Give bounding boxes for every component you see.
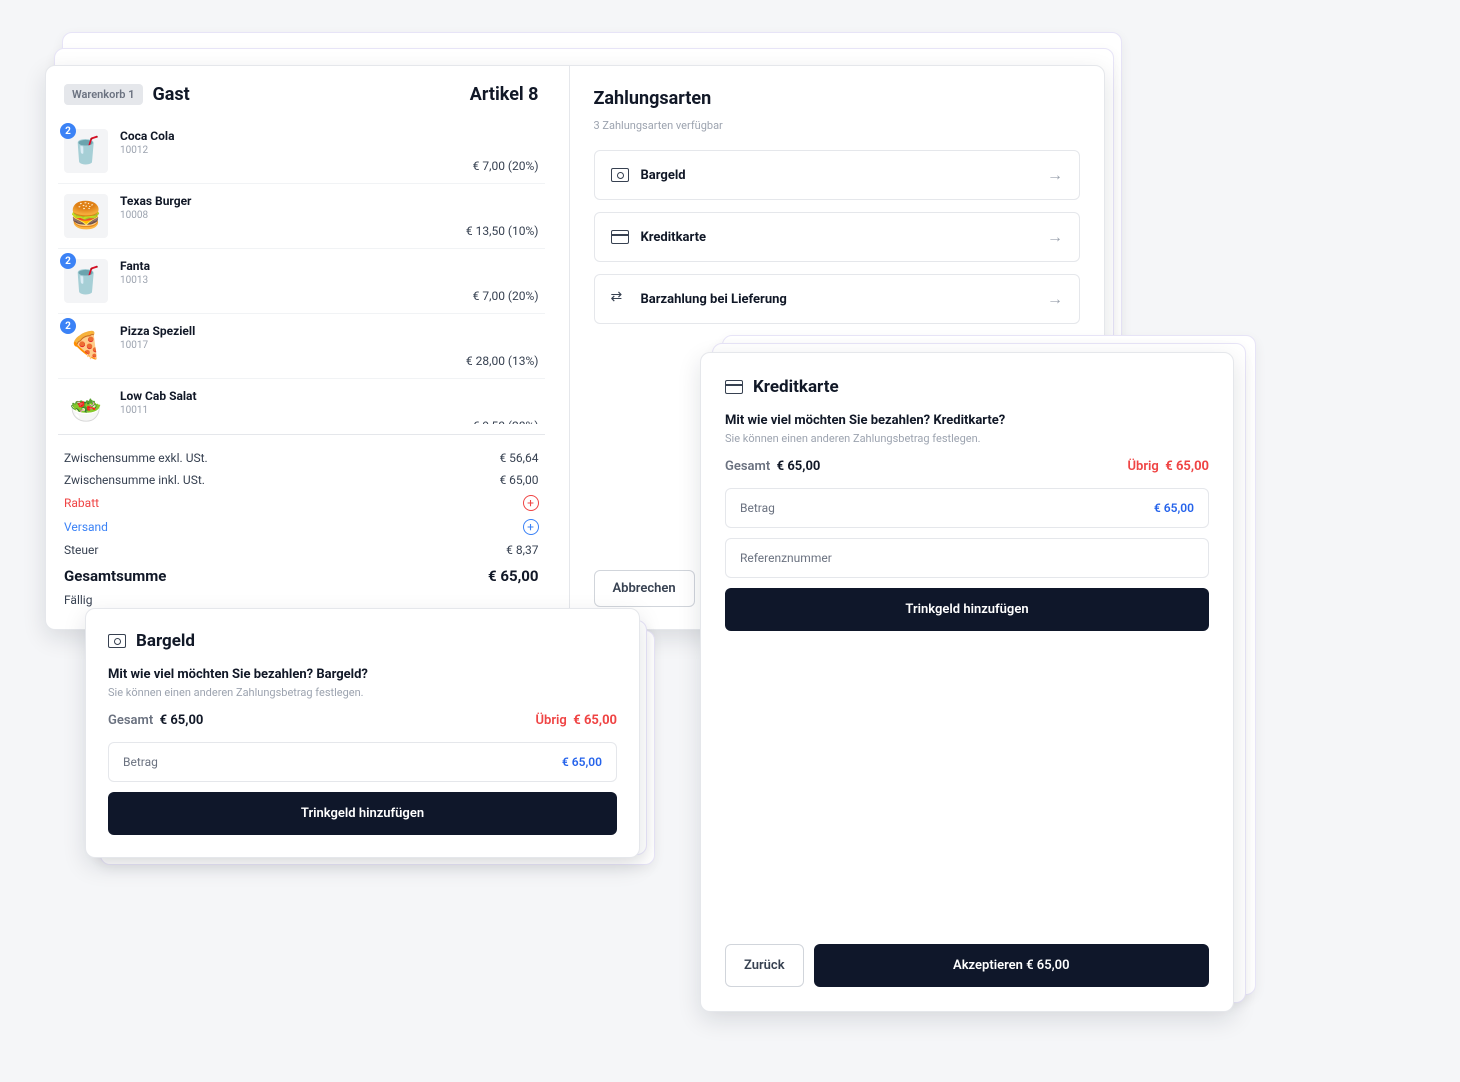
cart-items: 2 🥤 Coca Cola 10012 € 7,00 (20%) 🍔 Texas… — [58, 119, 545, 424]
discount-label: Rabatt — [64, 496, 99, 510]
total-value: € 65,00 — [160, 713, 204, 728]
item-name: Pizza Speziell — [120, 324, 539, 338]
remaining-value: € 65,00 — [1165, 459, 1209, 474]
add-shipping-icon[interactable]: + — [523, 519, 539, 535]
remaining-label: Übrig — [1128, 459, 1159, 474]
reference-label: Referenznummer — [740, 551, 832, 565]
cart-item[interactable]: 🍔 Texas Burger 10008 € 13,50 (10%) — [58, 184, 545, 249]
amount-value: € 65,00 — [562, 755, 602, 769]
payment-option-card[interactable]: Kreditkarte → — [594, 212, 1081, 262]
item-name: Fanta — [120, 259, 539, 273]
amount-label: Betrag — [740, 501, 775, 515]
question-subtitle: Sie können einen anderen Zahlungsbetrag … — [725, 432, 1209, 445]
payment-option-label: Barzahlung bei Lieferung — [641, 292, 787, 307]
card-icon — [725, 380, 743, 394]
amount-input[interactable]: Betrag € 65,00 — [725, 488, 1209, 528]
question-subtitle: Sie können einen anderen Zahlungsbetrag … — [108, 686, 617, 699]
card-icon — [611, 230, 629, 244]
item-price: € 28,00 (13%) — [466, 354, 539, 368]
article-count: Artikel 8 — [470, 84, 539, 105]
grand-total-value: € 65,00 — [488, 567, 538, 585]
item-name: Texas Burger — [120, 194, 539, 208]
item-sku: 10011 — [120, 405, 539, 416]
item-price: € 9,50 (20%) — [473, 419, 539, 424]
subtotal-incl-value: € 65,00 — [499, 473, 538, 487]
subtotal-incl-label: Zwischensumme inkl. USt. — [64, 473, 205, 487]
add-tip-button[interactable]: Trinkgeld hinzufügen — [725, 588, 1209, 631]
item-name: Low Cab Salat — [120, 389, 539, 403]
amount-input[interactable]: Betrag € 65,00 — [108, 742, 617, 782]
payment-title: Zahlungsarten — [594, 88, 1081, 109]
payment-option-cod[interactable]: Barzahlung bei Lieferung → — [594, 274, 1081, 324]
product-thumb: 🥗 — [64, 389, 108, 424]
arrow-right-icon: → — [1047, 227, 1063, 247]
remaining-value: € 65,00 — [573, 713, 617, 728]
payment-option-label: Kreditkarte — [641, 230, 706, 245]
total-label: Gesamt — [108, 713, 153, 728]
modal-title: Bargeld — [136, 631, 195, 651]
product-thumb: 🍔 — [64, 194, 108, 238]
total-label: Gesamt — [725, 459, 770, 474]
qty-badge: 2 — [60, 123, 76, 139]
cart-badge: Warenkorb 1 — [64, 84, 143, 105]
subtotal-excl-label: Zwischensumme exkl. USt. — [64, 451, 208, 465]
totals: Zwischensumme exkl. USt. € 56,64 Zwischen… — [58, 434, 545, 611]
arrow-right-icon: → — [1047, 289, 1063, 309]
cash-payment-modal: Bargeld Mit wie viel möchten Sie bezahle… — [85, 608, 640, 858]
tax-value: € 8,37 — [506, 543, 538, 557]
accept-button[interactable]: Akzeptieren € 65,00 — [814, 944, 1209, 987]
modal-title: Kreditkarte — [753, 377, 839, 397]
due-label: Fällig — [64, 593, 92, 607]
payment-option-cash[interactable]: Bargeld → — [594, 150, 1081, 200]
cod-icon — [611, 292, 629, 306]
amount-value: € 65,00 — [1154, 501, 1194, 515]
item-sku: 10017 — [120, 340, 539, 351]
cart-item[interactable]: 2 🥤 Coca Cola 10012 € 7,00 (20%) — [58, 119, 545, 184]
qty-badge: 2 — [60, 318, 76, 334]
card-payment-modal: Kreditkarte Mit wie viel möchten Sie bez… — [700, 352, 1234, 1012]
item-name: Coca Cola — [120, 129, 539, 143]
reference-input[interactable]: Referenznummer — [725, 538, 1209, 578]
back-button[interactable]: Zurück — [725, 944, 804, 987]
item-sku: 10012 — [120, 145, 539, 156]
total-value: € 65,00 — [777, 459, 821, 474]
subtotal-excl-value: € 56,64 — [499, 451, 538, 465]
shipping-label: Versand — [64, 520, 108, 534]
cart-item[interactable]: 2 🍕 Pizza Speziell 10017 € 28,00 (13%) — [58, 314, 545, 379]
payment-option-label: Bargeld — [641, 168, 686, 183]
item-sku: 10013 — [120, 275, 539, 286]
guest-label: Gast — [153, 84, 190, 105]
cancel-button[interactable]: Abbrechen — [594, 570, 695, 607]
item-sku: 10008 — [120, 210, 539, 221]
amount-label: Betrag — [123, 755, 158, 769]
item-price: € 7,00 (20%) — [473, 159, 539, 173]
tax-label: Steuer — [64, 543, 98, 557]
add-tip-button[interactable]: Trinkgeld hinzufügen — [108, 792, 617, 835]
add-discount-icon[interactable]: + — [523, 495, 539, 511]
cart-item[interactable]: 2 🥤 Fanta 10013 € 7,00 (20%) — [58, 249, 545, 314]
question-title: Mit wie viel möchten Sie bezahlen? Kredi… — [725, 413, 1209, 428]
cash-icon — [611, 168, 629, 182]
payment-subtitle: 3 Zahlungsarten verfügbar — [594, 119, 1081, 132]
cart-item[interactable]: 🥗 Low Cab Salat 10011 € 9,50 (20%) — [58, 379, 545, 424]
qty-badge: 2 — [60, 253, 76, 269]
cart-pane: Warenkorb 1 Gast Artikel 8 2 🥤 Coca Cola… — [46, 66, 570, 629]
remaining-label: Übrig — [536, 713, 567, 728]
item-price: € 7,00 (20%) — [473, 289, 539, 303]
arrow-right-icon: → — [1047, 165, 1063, 185]
question-title: Mit wie viel möchten Sie bezahlen? Barge… — [108, 667, 617, 682]
grand-total-label: Gesamtsumme — [64, 567, 166, 585]
cash-icon — [108, 634, 126, 648]
item-price: € 13,50 (10%) — [466, 224, 539, 238]
